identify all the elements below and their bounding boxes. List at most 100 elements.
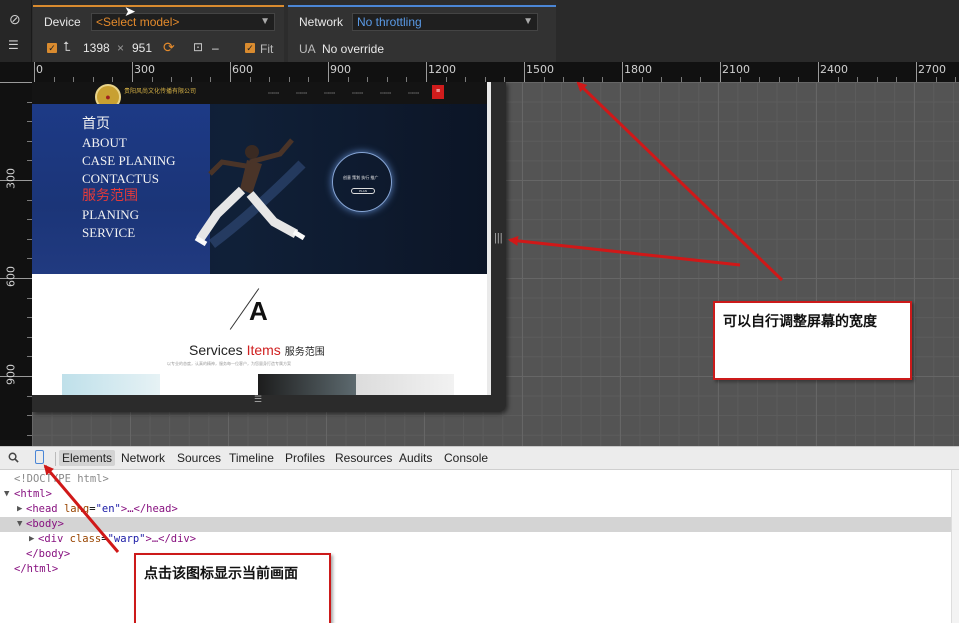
tab-profiles[interactable]: Profiles bbox=[285, 451, 325, 465]
width-resize-handle[interactable]: ||| bbox=[494, 232, 503, 244]
hero-menu-item[interactable]: CASE PLANING bbox=[82, 154, 176, 167]
vertical-ruler: 300 600 900 bbox=[0, 62, 32, 446]
icon-annotation-text: 点击该图标显示当前画面 bbox=[144, 566, 298, 582]
dom-node-doctype[interactable]: <!DOCTYPE html> bbox=[0, 472, 959, 487]
ruler-label: 2700 bbox=[918, 63, 946, 76]
resize-annotation: 可以自行调整屏幕的宽度 bbox=[713, 301, 912, 380]
height-input[interactable]: 951 bbox=[132, 41, 152, 55]
dom-node-div[interactable]: ▶ <div class="warp">…</div> bbox=[0, 532, 959, 547]
tab-timeline[interactable]: Timeline bbox=[229, 451, 274, 465]
items-word: Items bbox=[246, 342, 281, 358]
chevron-down-icon: ▼ bbox=[260, 16, 270, 27]
circle-button[interactable]: PLAN bbox=[351, 188, 375, 194]
hero-menu-item[interactable]: CONTACTUS bbox=[82, 172, 159, 185]
head-rest: >…</head> bbox=[120, 503, 178, 515]
ruler-label: 900 bbox=[330, 63, 351, 76]
network-label: Network bbox=[299, 15, 344, 29]
head-val: "en" bbox=[95, 503, 121, 515]
ruler-tick bbox=[916, 62, 917, 82]
ruler-tick bbox=[34, 62, 35, 82]
service-thumbnail[interactable] bbox=[62, 374, 160, 395]
hero-menu-item[interactable]: 首页 bbox=[82, 118, 110, 132]
search-icon[interactable] bbox=[8, 452, 19, 463]
ruler-tick bbox=[230, 62, 231, 82]
expanded-triangle-icon[interactable]: ▼ bbox=[4, 487, 9, 502]
ruler-tick bbox=[524, 62, 525, 82]
service-thumbnail[interactable] bbox=[258, 374, 356, 395]
emulated-page[interactable]: ● 贵阳风尚文化传播有限公司 ▭▭▭ ▭▭▭ ▭▭▭ ▭▭▭ ▭▭▭ ▭▭▭ ≡… bbox=[32, 82, 487, 395]
ruler-label: 600 bbox=[232, 63, 253, 76]
ruler-label: 1500 bbox=[526, 63, 554, 76]
emulation-toolbar-empty bbox=[556, 0, 959, 62]
device-mode-icon[interactable] bbox=[35, 450, 44, 464]
screenshot-root: ⊘ ☰ Device <Select model> ▼ ✓ ⮤ 1398 × 9… bbox=[0, 0, 959, 623]
no-entry-icon[interactable]: ⊘ bbox=[9, 12, 21, 26]
rotate-icon[interactable]: ⟳ bbox=[163, 40, 175, 54]
chevron-down-icon: ▼ bbox=[523, 16, 533, 27]
tab-resources[interactable]: Resources bbox=[335, 451, 392, 465]
div-tag: div bbox=[44, 533, 64, 545]
hero-menu-item[interactable]: ABOUT bbox=[82, 136, 127, 149]
ruler-label: 1800 bbox=[624, 63, 652, 76]
dom-node-body[interactable]: ▼ <body> bbox=[0, 517, 959, 532]
service-thumbnail[interactable] bbox=[356, 374, 454, 395]
hero-menu-item[interactable]: SERVICE bbox=[82, 226, 135, 239]
site-nav-item[interactable]: ▭▭▭ bbox=[268, 90, 279, 95]
tab-elements[interactable]: Elements bbox=[59, 450, 116, 466]
pixel-ratio-value[interactable]: – bbox=[212, 41, 219, 55]
services-cn: 服务范围 bbox=[284, 347, 325, 358]
body-open-tag: <body> bbox=[26, 518, 64, 530]
dom-node-head[interactable]: ▶ <head lang="en">…</head> bbox=[0, 502, 959, 517]
ruler-tick bbox=[720, 62, 721, 82]
fit-checkbox[interactable]: ✓ bbox=[245, 43, 255, 53]
height-resize-handle[interactable]: ☰ bbox=[254, 395, 262, 404]
ua-override-value[interactable]: No override bbox=[322, 42, 384, 56]
ruler-tick bbox=[818, 62, 819, 82]
hero-menu-item[interactable]: PLANING bbox=[82, 208, 139, 221]
head-tag: head bbox=[32, 503, 58, 515]
ruler-tick bbox=[426, 62, 427, 82]
collapsed-triangle-icon[interactable]: ▶ bbox=[17, 502, 22, 517]
network-section: Network No throttling ▼ UA No override bbox=[288, 5, 556, 62]
circle-text: 创意 策划 执行 推广 bbox=[343, 175, 379, 180]
ruler-tick bbox=[328, 62, 329, 82]
hero-menu-item[interactable]: 服务范围 bbox=[82, 190, 138, 204]
horizontal-ruler: 0 300 600 900 1200 1500 1800 2100 2400 2700 bbox=[32, 62, 959, 82]
swap-dimensions-icon[interactable]: ⮤ bbox=[63, 40, 71, 54]
devtools-tab-bar: Elements Network Sources Timeline Profil… bbox=[0, 446, 959, 470]
tab-console[interactable]: Console bbox=[444, 451, 488, 465]
ruler-label: 0 bbox=[36, 63, 43, 76]
ruler-label: 900 bbox=[4, 364, 18, 385]
resolution-checkbox[interactable]: ✓ bbox=[47, 43, 57, 53]
tab-network[interactable]: Network bbox=[121, 451, 165, 465]
device-model-select[interactable]: <Select model> ▼ bbox=[91, 13, 275, 31]
site-menu-icon[interactable]: ≡ bbox=[432, 85, 444, 99]
html-close-tag: </html> bbox=[14, 563, 59, 575]
icon-annotation: 点击该图标显示当前画面 bbox=[134, 553, 331, 623]
site-hero-banner: 首页 ABOUT CASE PLANING CONTACTUS 服务范围 PLA… bbox=[32, 104, 487, 274]
site-nav-item[interactable]: ▭▭▭ bbox=[324, 90, 335, 95]
dom-scrollbar[interactable] bbox=[951, 470, 959, 623]
site-nav-item[interactable]: ▭▭▭ bbox=[380, 90, 391, 95]
ruler-tick bbox=[622, 62, 623, 82]
div-val: "warp" bbox=[107, 533, 146, 545]
site-nav-item[interactable]: ▭▭▭ bbox=[296, 90, 307, 95]
site-nav-item[interactable]: ▭▭▭ bbox=[352, 90, 363, 95]
tab-sources[interactable]: Sources bbox=[177, 451, 221, 465]
emulation-settings-icon[interactable]: ☰ bbox=[8, 38, 19, 52]
section-big-letter: A bbox=[249, 296, 268, 326]
width-input[interactable]: 1398 bbox=[83, 41, 110, 55]
doctype-text: <!DOCTYPE html> bbox=[14, 473, 109, 485]
site-nav-item[interactable]: ▭▭▭ bbox=[408, 90, 419, 95]
page-scrollbar[interactable] bbox=[487, 82, 491, 395]
ruler-label: 300 bbox=[134, 63, 155, 76]
dom-node-html[interactable]: ▼ <html> bbox=[0, 487, 959, 502]
ua-label: UA bbox=[299, 42, 316, 56]
expanded-triangle-icon[interactable]: ▼ bbox=[17, 517, 22, 532]
device-section: Device <Select model> ▼ ✓ ⮤ 1398 × 951 ⟳… bbox=[33, 5, 284, 62]
network-throttling-select[interactable]: No throttling ▼ bbox=[352, 13, 538, 31]
tab-audits[interactable]: Audits bbox=[399, 451, 432, 465]
collapsed-triangle-icon[interactable]: ▶ bbox=[29, 532, 34, 547]
ruler-tick bbox=[132, 62, 133, 82]
ruler-label: 300 bbox=[4, 168, 18, 189]
